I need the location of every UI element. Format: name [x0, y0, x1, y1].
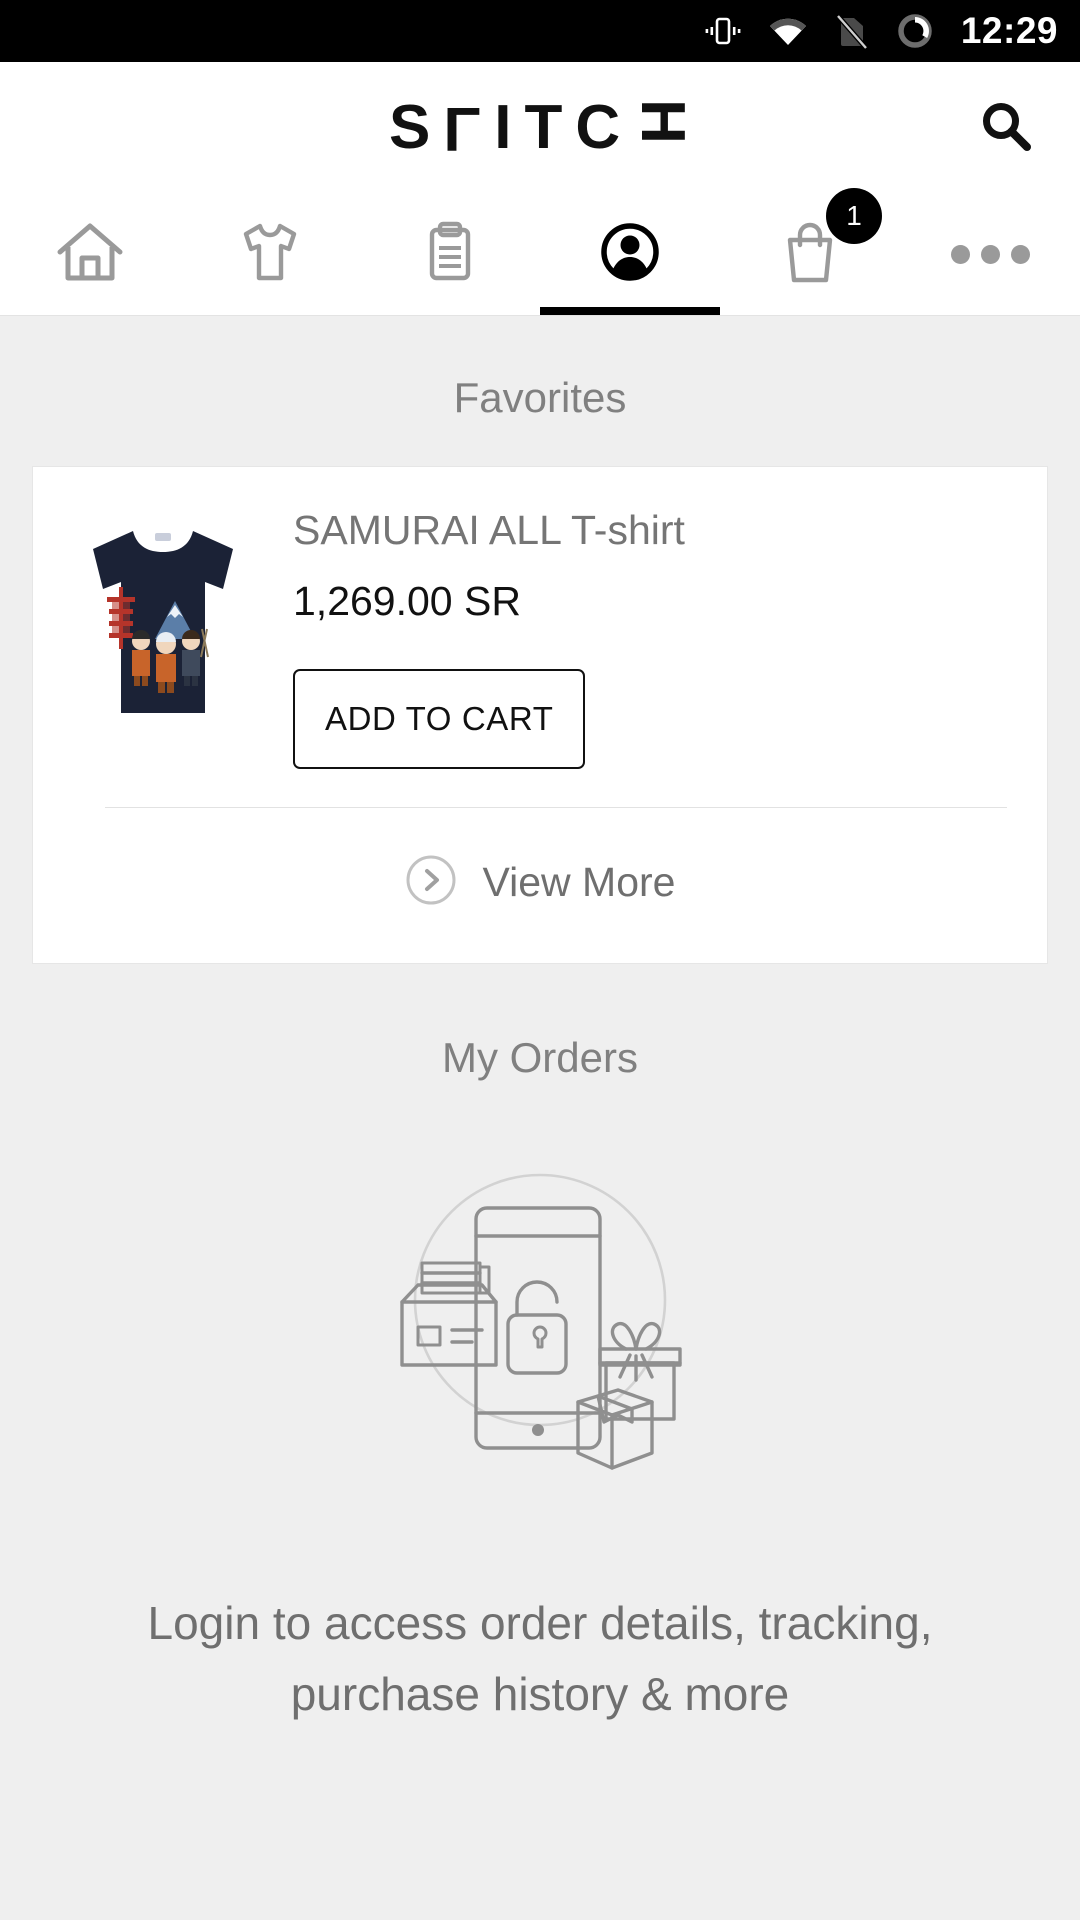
- tshirt-product-image: [93, 531, 233, 713]
- nav-item-orders[interactable]: [360, 194, 540, 315]
- logo-letter-h: H: [628, 99, 698, 157]
- view-more-button[interactable]: View More: [33, 808, 1047, 963]
- view-more-label: View More: [482, 859, 676, 905]
- logo-letter-c: C: [575, 93, 634, 162]
- favorites-heading: Favorites: [453, 374, 627, 421]
- login-prompt-message: Login to access order details, tracking,…: [147, 1597, 933, 1721]
- product-thumbnail[interactable]: [33, 495, 293, 769]
- phone-lock-packages-illustration: [400, 1173, 682, 1470]
- favorites-card: SAMURAI ALL T-shirt 1,269.00 SR ADD TO C…: [32, 466, 1048, 964]
- battery-circle-icon: [895, 11, 935, 51]
- brand-logo[interactable]: S L I T C H: [389, 93, 698, 163]
- product-row[interactable]: SAMURAI ALL T-shirt 1,269.00 SR ADD TO C…: [33, 467, 1047, 769]
- chevron-right-circle-icon: [405, 854, 457, 911]
- product-title: SAMURAI ALL T-shirt: [293, 507, 685, 553]
- product-price: 1,269.00 SR: [293, 578, 521, 624]
- logo-letter-t: T: [524, 93, 576, 162]
- my-orders-heading: My Orders: [441, 1034, 638, 1081]
- tshirt-icon: [232, 214, 308, 295]
- vibrate-icon: [705, 13, 741, 49]
- main-nav: 1: [0, 188, 1080, 316]
- wifi-icon: [767, 15, 809, 47]
- app-header: S L I T C H: [0, 62, 1080, 194]
- cart-badge: 1: [826, 188, 882, 244]
- app-screen: 12:29 S L I T C H 1 Favorites SAMURAI AL…: [0, 0, 1080, 1920]
- person-circle-icon: [592, 214, 668, 295]
- nav-item-home[interactable]: [0, 194, 180, 315]
- more-dots-icon: [950, 245, 1030, 264]
- logo-letter-s: S: [389, 93, 444, 162]
- logo-letter-i: I: [494, 93, 525, 162]
- nav-item-more[interactable]: [900, 194, 1080, 315]
- page-content: Favorites SAMURAI ALL T-shirt 1,269.00 S…: [0, 316, 1080, 1920]
- search-button[interactable]: [976, 98, 1036, 158]
- status-time: 12:29: [960, 10, 1058, 51]
- search-icon: [977, 97, 1035, 160]
- add-to-cart-button[interactable]: ADD TO CART: [293, 669, 586, 769]
- logo-letter-l: L: [443, 94, 495, 163]
- cart-icon-wrapper: 1: [772, 188, 882, 295]
- nav-item-account[interactable]: [540, 194, 720, 315]
- nav-item-cart[interactable]: 1: [720, 188, 900, 315]
- home-icon: [52, 214, 128, 295]
- nav-item-products[interactable]: [180, 194, 360, 315]
- status-bar: 12:29: [0, 0, 1080, 62]
- no-sim-icon: [835, 12, 869, 50]
- orders-empty-illustration: [0, 1082, 1080, 1530]
- clipboard-icon: [412, 214, 488, 295]
- product-info: SAMURAI ALL T-shirt 1,269.00 SR ADD TO C…: [293, 495, 1047, 769]
